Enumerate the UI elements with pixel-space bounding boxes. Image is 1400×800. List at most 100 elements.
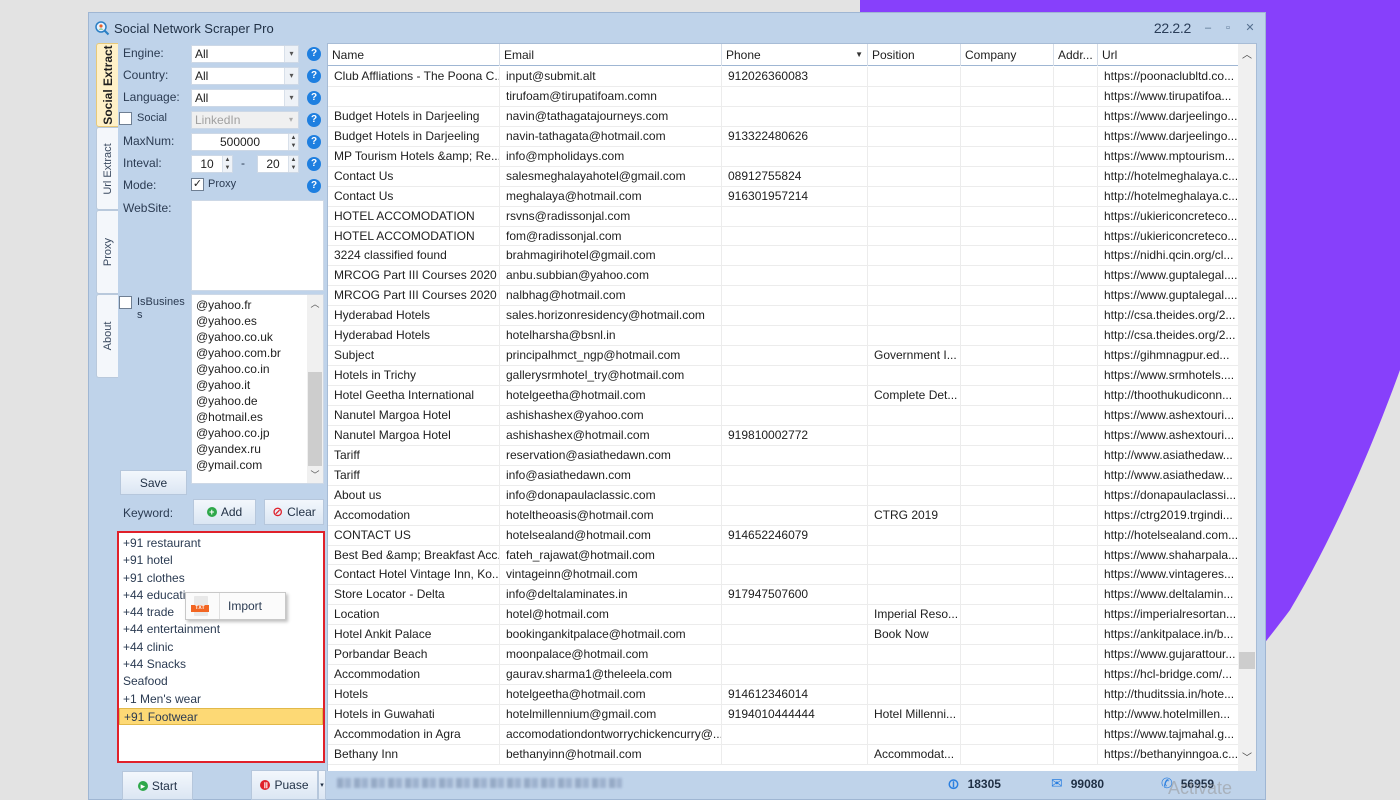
table-row[interactable]: About us info@donapaulaclassic.com https:/…	[328, 485, 1241, 506]
spinner-arrows-icon[interactable]: ▲ ▼	[222, 156, 232, 172]
help-icon[interactable]: ?	[307, 135, 321, 149]
chevron-down-icon[interactable]: ﹀	[1238, 749, 1256, 764]
is-business-checkbox[interactable]	[119, 296, 132, 309]
help-icon[interactable]: ?	[307, 113, 321, 127]
domain-list-item[interactable]: @yahoo.co.in	[192, 361, 323, 377]
website-textarea[interactable]	[191, 200, 324, 291]
scroll-thumb[interactable]	[308, 372, 322, 466]
chevron-down-icon[interactable]: ﹀	[307, 468, 323, 481]
table-row[interactable]: Store Locator - Delta info@deltalaminates…	[328, 585, 1241, 606]
domain-list-item[interactable]: @yahoo.co.jp	[192, 425, 323, 441]
domain-list-item[interactable]: @yahoo.fr	[192, 297, 323, 313]
column-header-position[interactable]: Position	[868, 44, 961, 66]
table-row[interactable]: tirufoam@tirupatifoam.comn https://www.ti…	[328, 86, 1241, 107]
domain-list[interactable]: @yahoo.fr @yahoo.es @yahoo.co.uk @yahoo.com…	[191, 294, 324, 484]
import-menu-item[interactable]: Import	[228, 599, 262, 613]
keyword-list-item[interactable]: +44 Snacks	[119, 656, 323, 673]
column-header-phone[interactable]: Phone ▼	[722, 44, 868, 66]
keyword-list-item[interactable]: Seafood	[119, 673, 323, 690]
table-row[interactable]: Contact Hotel Vintage Inn, Ko... vintagei…	[328, 565, 1241, 586]
table-row[interactable]: Best Bed &amp; Breakfast Acc... fateh_raj…	[328, 545, 1241, 566]
keyword-list-item[interactable]: +91 clothes	[119, 570, 323, 587]
keyword-list-item[interactable]: +1 Men's wear	[119, 691, 323, 708]
add-keyword-button[interactable]: + Add	[193, 499, 256, 525]
help-icon[interactable]: ?	[307, 179, 321, 193]
table-row[interactable]: 3224 classified found brahmagirihotel@gma…	[328, 246, 1241, 267]
domain-list-item[interactable]: @yahoo.es	[192, 313, 323, 329]
table-row[interactable]: Porbandar Beach moonpalace@hotmail.com htt…	[328, 645, 1241, 666]
help-icon[interactable]: ?	[307, 91, 321, 105]
chevron-up-icon[interactable]: ︿	[307, 297, 323, 310]
domain-list-item[interactable]: @yahoo.it	[192, 377, 323, 393]
keyword-list-item[interactable]: +91 hotel	[119, 552, 323, 569]
table-row[interactable]: MP Tourism Hotels &amp; Re... info@mpholi…	[328, 146, 1241, 167]
table-row[interactable]: Hyderabad Hotels hotelharsha@bsnl.in http:…	[328, 326, 1241, 347]
keyword-list-item[interactable]: +91 Footwear	[119, 707, 323, 726]
table-row[interactable]: Tariff info@asiathedawn.com http://www.asi…	[328, 465, 1241, 486]
close-button[interactable]: ✕	[1243, 21, 1257, 35]
column-header-name[interactable]: Name	[328, 44, 500, 66]
scroll-thumb[interactable]	[1239, 652, 1255, 669]
table-row[interactable]: Accommodation in Agra accomodationdontwor…	[328, 724, 1241, 745]
table-row[interactable]: Hotel Geetha International hotelgeetha@ho…	[328, 386, 1241, 406]
domain-list-item[interactable]: @hotmail.es	[192, 409, 323, 425]
maximize-button[interactable]: ▫	[1221, 21, 1235, 35]
column-header-email[interactable]: Email	[500, 44, 722, 66]
social-network-select[interactable]: LinkedIn ▾	[191, 111, 299, 129]
chevron-up-icon[interactable]: ︿	[1238, 46, 1256, 61]
keyword-list-item[interactable]: +44 entertainment	[119, 621, 323, 638]
table-row[interactable]: Club Affliations - The Poona C... input@s…	[328, 67, 1241, 87]
table-row[interactable]: Location hotel@hotmail.com Imperial Reso..…	[328, 605, 1241, 626]
interval-from-spinner[interactable]: 10 ▲ ▼	[191, 155, 233, 173]
domain-list-item[interactable]: @yahoo.co.uk	[192, 329, 323, 345]
column-header-addr[interactable]: Addr...	[1054, 44, 1098, 66]
table-row[interactable]: Accommodation gaurav.sharma1@theleela.com…	[328, 665, 1241, 686]
help-icon[interactable]: ?	[307, 47, 321, 61]
table-row[interactable]: Hotels hotelgeetha@hotmail.com 91461234601…	[328, 685, 1241, 705]
table-row[interactable]: Subject principalhmct_ngp@hotmail.com Gove…	[328, 346, 1241, 367]
domain-list-item[interactable]: @yahoo.com.br	[192, 345, 323, 361]
country-select[interactable]: All ▾	[191, 67, 299, 85]
social-checkbox[interactable]	[119, 112, 132, 125]
table-row[interactable]: Hotel Ankit Palace bookingankitpalace@hot…	[328, 625, 1241, 646]
help-icon[interactable]: ?	[307, 157, 321, 171]
keyword-list-item[interactable]: +44 clinic	[119, 639, 323, 656]
proxy-checkbox[interactable]: ✓	[191, 178, 204, 191]
table-row[interactable]: HOTEL ACCOMODATION fom@radissonjal.com htt…	[328, 226, 1241, 247]
interval-to-spinner[interactable]: 20 ▲ ▼	[257, 155, 299, 173]
tab-proxy[interactable]: Proxy	[96, 210, 118, 294]
domain-list-item[interactable]: @yandex.ru	[192, 441, 323, 457]
table-row[interactable]: Hyderabad Hotels sales.horizonresidency@h…	[328, 306, 1241, 327]
tab-about[interactable]: About	[96, 294, 118, 378]
clear-keywords-button[interactable]: ⊘ Clear	[264, 499, 324, 525]
spinner-arrows-icon[interactable]: ▲ ▼	[288, 134, 298, 150]
spinner-arrows-icon[interactable]: ▲ ▼	[288, 156, 298, 172]
table-row[interactable]: Contact Us meghalaya@hotmail.com 916301957…	[328, 186, 1241, 207]
pause-button[interactable]: ॥ Puase	[251, 770, 318, 800]
help-icon[interactable]: ?	[307, 69, 321, 83]
table-row[interactable]: Hotels in Trichy gallerysrmhotel_try@hotm…	[328, 366, 1241, 386]
table-row[interactable]: Budget Hotels in Darjeeling navin-tathaga…	[328, 126, 1241, 147]
tab-social-extract[interactable]: Social Extract	[96, 43, 118, 127]
table-row[interactable]: HOTEL ACCOMODATION rsvns@radissonjal.com h…	[328, 206, 1241, 227]
table-row[interactable]: MRCOG Part III Courses 2020 anbu.subbian@…	[328, 266, 1241, 287]
grid-scrollbar[interactable]: ︿ ﹀	[1238, 44, 1256, 782]
domain-list-item[interactable]: @ymail.com	[192, 457, 323, 473]
table-row[interactable]: CONTACT US hotelsealand@hotmail.com 914652…	[328, 525, 1241, 546]
table-row[interactable]: Hotels in Guwahati hotelmillennium@gmail.…	[328, 705, 1241, 725]
table-row[interactable]: Bethany Inn bethanyinn@hotmail.com Accommo…	[328, 744, 1241, 765]
start-button[interactable]: ▸ Start	[122, 771, 193, 800]
domain-list-scrollbar[interactable]: ︿ ﹀	[307, 295, 323, 483]
table-row[interactable]: Budget Hotels in Darjeeling navin@tathaga…	[328, 106, 1241, 127]
table-row[interactable]: Accomodation hoteltheoasis@hotmail.com CTR…	[328, 505, 1241, 526]
engine-select[interactable]: All ▾	[191, 45, 299, 63]
keyword-list[interactable]: +91 restaurant +91 hotel +91 clothes +44 ed…	[117, 531, 325, 763]
column-header-company[interactable]: Company	[961, 44, 1054, 66]
pause-dropdown-button[interactable]: ▾	[318, 770, 326, 800]
save-button[interactable]: Save	[120, 470, 187, 495]
table-row[interactable]: MRCOG Part III Courses 2020 nalbhag@hotma…	[328, 286, 1241, 307]
keyword-list-item[interactable]: +91 restaurant	[119, 535, 323, 552]
table-row[interactable]: Nanutel Margoa Hotel ashishashex@hotmail.…	[328, 425, 1241, 446]
domain-list-item[interactable]: @yahoo.de	[192, 393, 323, 409]
minimize-button[interactable]: –	[1201, 21, 1215, 35]
